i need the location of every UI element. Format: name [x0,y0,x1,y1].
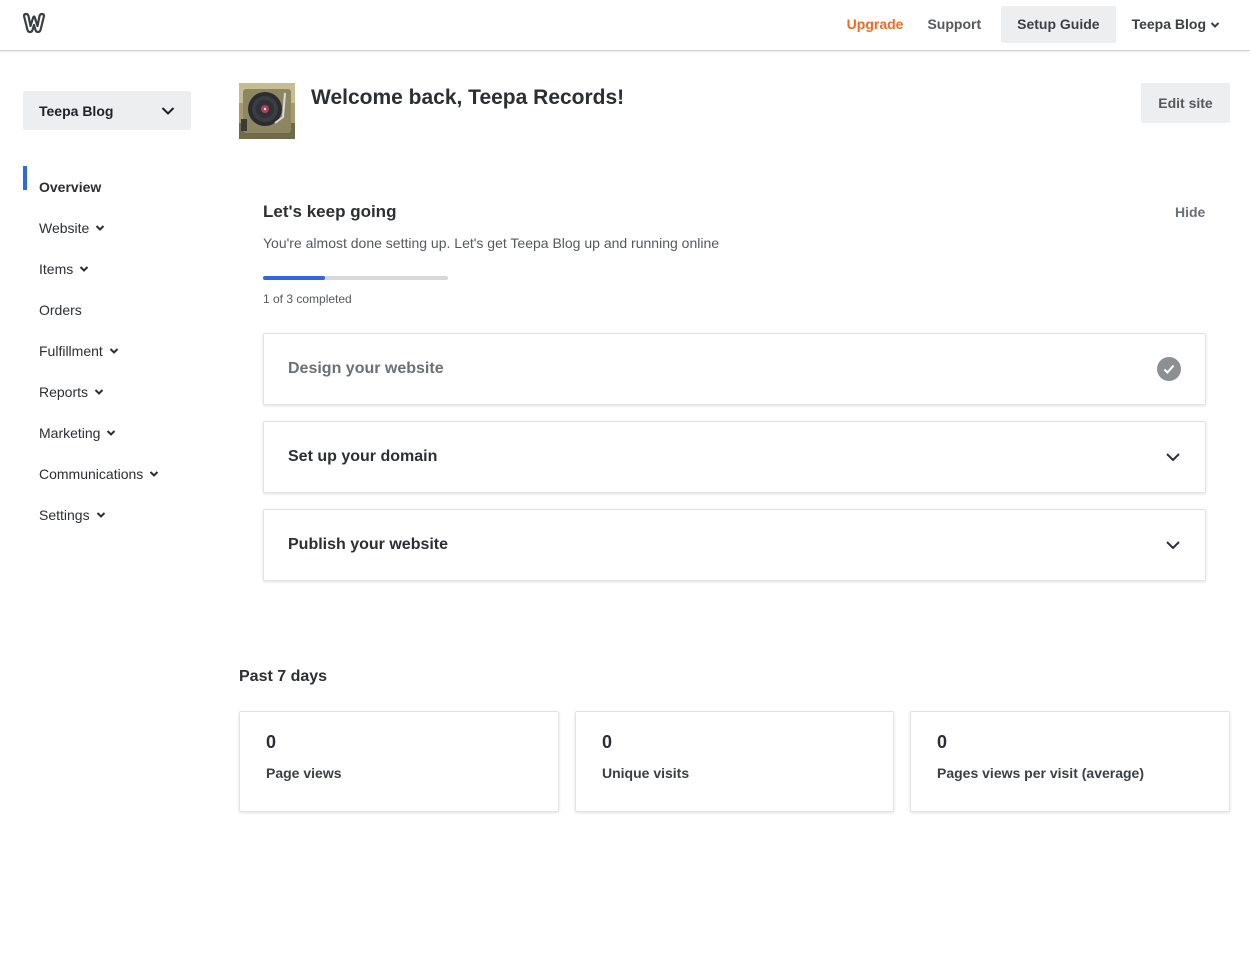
stat-label: Page views [266,765,342,781]
sidebar-item-label: Settings [39,506,90,523]
sidebar-item-label: Orders [39,301,82,318]
task-label: Publish your website [288,536,449,553]
sidebar-item-settings[interactable]: Settings [23,494,203,535]
chevron-down-icon [106,429,116,437]
sidebar-item-orders[interactable]: Orders [23,289,203,330]
task-label: Set up your domain [288,448,438,465]
top-nav: Upgrade Support Setup Guide Teepa Blog [835,6,1232,43]
sidebar-item-marketing[interactable]: Marketing [23,412,203,453]
chevron-down-icon [79,265,89,273]
support-link[interactable]: Support [915,6,993,43]
setup-guide-button[interactable]: Setup Guide [1001,6,1116,43]
setup-progress-text: 1 of 3 completed [263,292,352,306]
sidebar-item-website[interactable]: Website [23,207,203,248]
task-label: Design your website [288,360,444,377]
weebly-logo-icon[interactable] [22,12,46,34]
sidebar-item-label: Items [39,260,74,277]
check-circle-icon [1157,357,1181,381]
setup-progress-bar [263,276,448,280]
task-set-up-domain[interactable]: Set up your domain [263,421,1206,493]
stat-card-page-views: 0 Page views [239,711,559,812]
sidebar-item-label: Fulfillment [39,342,103,359]
stat-card-unique-visits: 0 Unique visits [575,711,894,812]
site-selector-label: Teepa Blog [39,102,114,119]
sidebar-item-overview[interactable]: Overview [23,166,203,207]
sidebar-item-label: Communications [39,465,144,482]
chevron-down-icon [1210,21,1220,28]
stat-value: 0 [937,732,948,752]
chevron-down-icon [161,106,175,115]
site-menu-label: Teepa Blog [1131,16,1206,32]
hide-setup-link[interactable]: Hide [1175,204,1205,220]
top-bar: Upgrade Support Setup Guide Teepa Blog [0,0,1250,51]
setup-guide-title: Let's keep going [263,202,397,221]
page-title: Welcome back, Teepa Records! [311,86,625,109]
stat-label: Unique visits [602,765,690,781]
task-design-website[interactable]: Design your website [263,333,1206,405]
sidebar-item-reports[interactable]: Reports [23,371,203,412]
stat-card-pages-per-visit: 0 Pages views per visit (average) [910,711,1230,812]
chevron-down-icon [1166,453,1180,462]
chevron-down-icon [109,347,119,355]
sidebar-item-label: Marketing [39,424,101,441]
task-publish-website[interactable]: Publish your website [263,509,1206,581]
sidebar-item-communications[interactable]: Communications [23,453,203,494]
chevron-down-icon [149,470,159,478]
upgrade-link[interactable]: Upgrade [835,6,916,43]
site-menu[interactable]: Teepa Blog [1120,6,1232,43]
sidebar-nav: Overview Website Items Orders Fulfillment Rep… [23,166,203,535]
stat-value: 0 [266,732,277,752]
setup-progress-fill [263,276,325,280]
stat-value: 0 [602,732,613,752]
sidebar-item-label: Reports [39,383,89,400]
sidebar-item-label: Overview [39,178,102,195]
setup-guide-subtitle: You're almost done setting up. Let's get… [263,235,720,251]
edit-site-button[interactable]: Edit site [1141,83,1230,123]
stats-section-title: Past 7 days [239,668,328,685]
avatar [239,83,295,139]
chevron-down-icon [96,511,106,519]
site-selector[interactable]: Teepa Blog [23,91,191,130]
stat-label: Pages views per visit (average) [937,765,1144,781]
chevron-down-icon [95,224,105,232]
chevron-down-icon [1166,541,1180,550]
sidebar-item-label: Website [39,219,90,236]
sidebar-item-items[interactable]: Items [23,248,203,289]
sidebar-item-fulfillment[interactable]: Fulfillment [23,330,203,371]
chevron-down-icon [94,388,104,396]
